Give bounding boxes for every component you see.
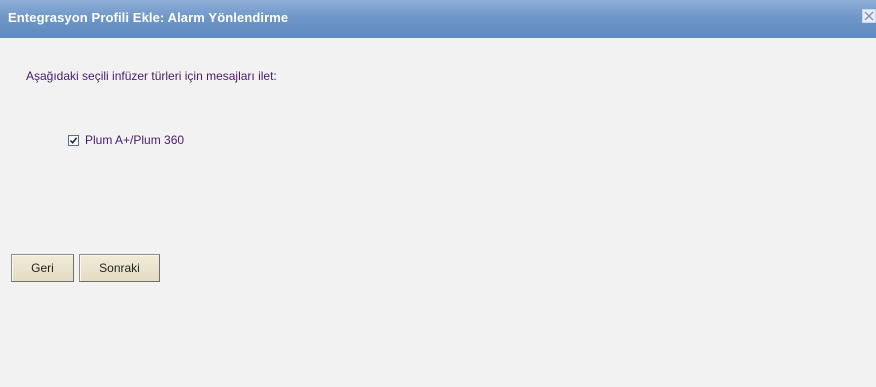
plum-checkbox-label: Plum A+/Plum 360	[85, 133, 185, 147]
title-bar: Entegrasyon Profili Ekle: Alarm Yönlendi…	[0, 0, 876, 38]
dialog-title: Entegrasyon Profili Ekle: Alarm Yönlendi…	[8, 10, 289, 25]
close-button[interactable]	[862, 9, 876, 23]
pump-type-option-plum[interactable]: Plum A+/Plum 360	[68, 132, 184, 148]
back-button[interactable]: Geri	[11, 254, 74, 282]
close-icon	[864, 11, 874, 21]
plum-checkbox[interactable]	[68, 134, 79, 146]
checkmark-icon	[69, 136, 78, 144]
next-button[interactable]: Sonraki	[79, 254, 160, 282]
forward-messages-prompt: Aşağıdaki seçili infüzer türleri için me…	[26, 69, 277, 83]
alarm-routing-dialog: Entegrasyon Profili Ekle: Alarm Yönlendi…	[0, 0, 876, 387]
